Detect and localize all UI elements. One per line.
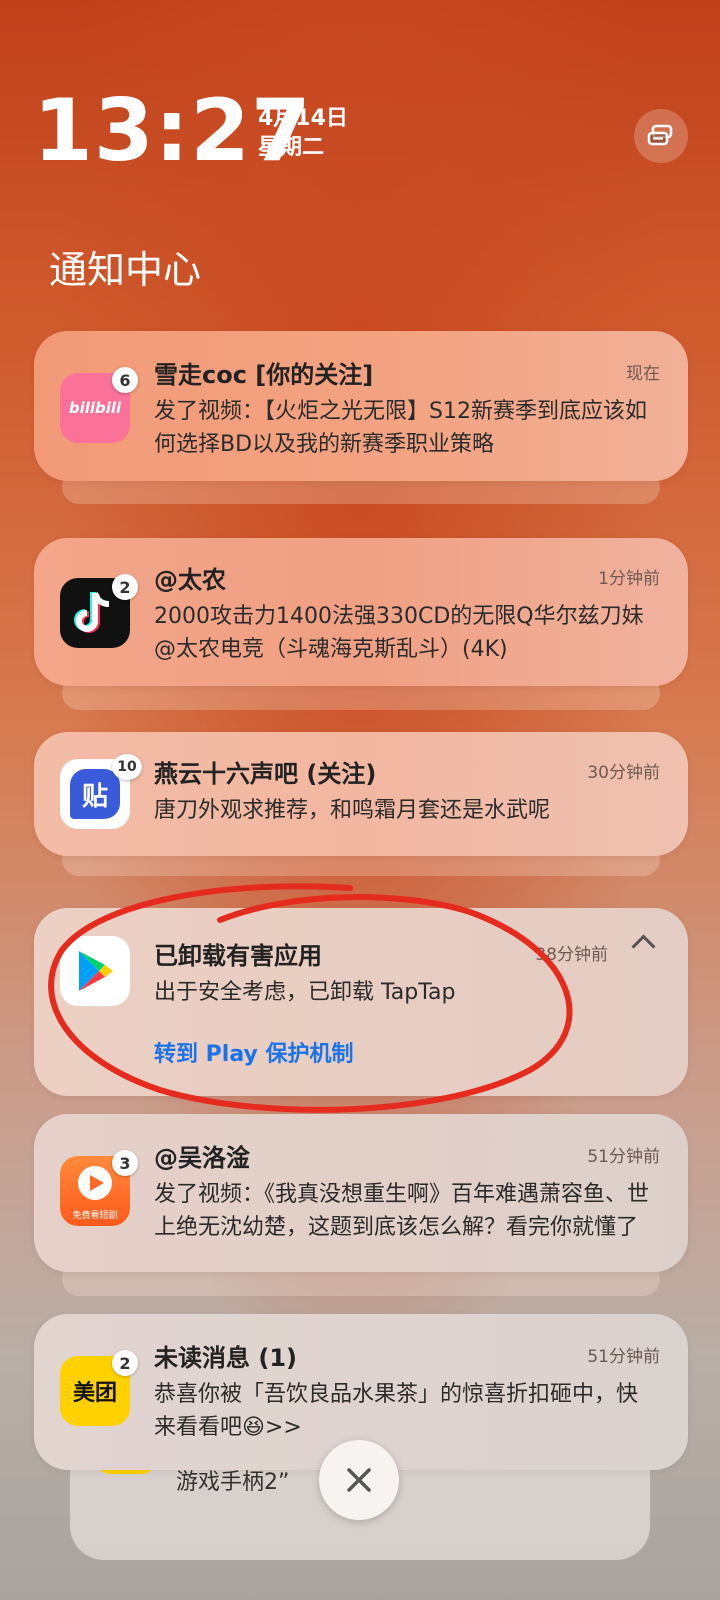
notification-card-short-drama[interactable]: 免费看短剧 3 @吴洛淦 51分钟前 发了视频：《我真没想重生啊》百年难遇萧容鱼… [34,1114,688,1272]
notification-title: 燕云十六声吧 (关注) [154,760,377,788]
notification-body: 出于安全考虑，已卸载 TapTap [154,980,456,1005]
unread-badge: 10 [112,754,142,780]
notification-center-title: 通知中心 [49,248,202,292]
notification-title: 未读消息 (1) [154,1344,297,1372]
notification-time: 51分钟前 [587,1347,660,1367]
notification-time: 38分钟前 [535,945,608,965]
weekday: 星期二 [258,135,325,160]
unread-badge: 3 [112,1150,138,1176]
date-block: 4月14日 星期二 [258,104,348,162]
notification-time: 1分钟前 [598,569,660,589]
notification-title: @吴洛淦 [154,1144,250,1172]
chevron-up-icon[interactable] [631,934,656,959]
tiktok-logo-icon [74,592,110,633]
notification-title: @太农 [154,566,226,594]
unread-badge: 2 [112,574,138,600]
google-play-logo-icon [79,951,113,991]
notification-manage-icon [647,124,673,146]
close-icon [347,1468,371,1492]
notification-time: 51分钟前 [587,1147,660,1167]
date: 4月14日 [258,106,348,131]
notification-title: 已卸载有害应用 [154,942,322,970]
clear-all-button[interactable] [319,1440,399,1520]
notification-manage-button[interactable] [634,109,688,163]
notification-time: 30分钟前 [587,763,660,783]
notification-card-douyin[interactable]: 2 @太农 1分钟前 2000攻击力1400法强330CD的无限Q华尔兹刀妹 @… [34,538,688,686]
notification-body: 恭喜你被「吾饮良品水果茶」的惊喜折扣砸中，快来看看吧😆>> [154,1382,639,1440]
notification-time: 现在 [626,364,660,384]
play-protect-action-button[interactable]: 转到 Play 保护机制 [154,1036,354,1068]
play-icon [90,1175,104,1191]
notification-body: 发了视频：《我真没想重生啊》百年难遇萧容鱼、世上绝无沈幼楚，这题到底该怎么解？看… [154,1182,650,1240]
notification-body: 唐刀外观求推荐，和鸣霜月套还是水武呢 [154,798,551,823]
unread-badge: 2 [112,1350,138,1376]
notification-body: 发了视频：【火炬之光无限】S12新赛季到底应该如何选择BD以及我的新赛季职业策略 [154,399,647,457]
notification-title: 雪走coc [你的关注] [154,361,374,389]
notification-card-tieba[interactable]: 贴 10 燕云十六声吧 (关注) 30分钟前 唐刀外观求推荐，和鸣霜月套还是水武… [34,732,688,856]
notification-body: 2000攻击力1400法强330CD的无限Q华尔兹刀妹 @太农电竞（斗魂海克斯乱… [154,604,644,662]
unread-badge: 6 [112,367,138,393]
notification-card-bilibili[interactable]: bilibili 6 雪走coc [你的关注] 现在 发了视频：【火炬之光无限】… [34,331,688,481]
google-play-app-icon [60,936,130,1006]
notification-card-google-play[interactable]: 已卸载有害应用 38分钟前 出于安全考虑，已卸载 TapTap 转到 Play … [34,908,688,1096]
